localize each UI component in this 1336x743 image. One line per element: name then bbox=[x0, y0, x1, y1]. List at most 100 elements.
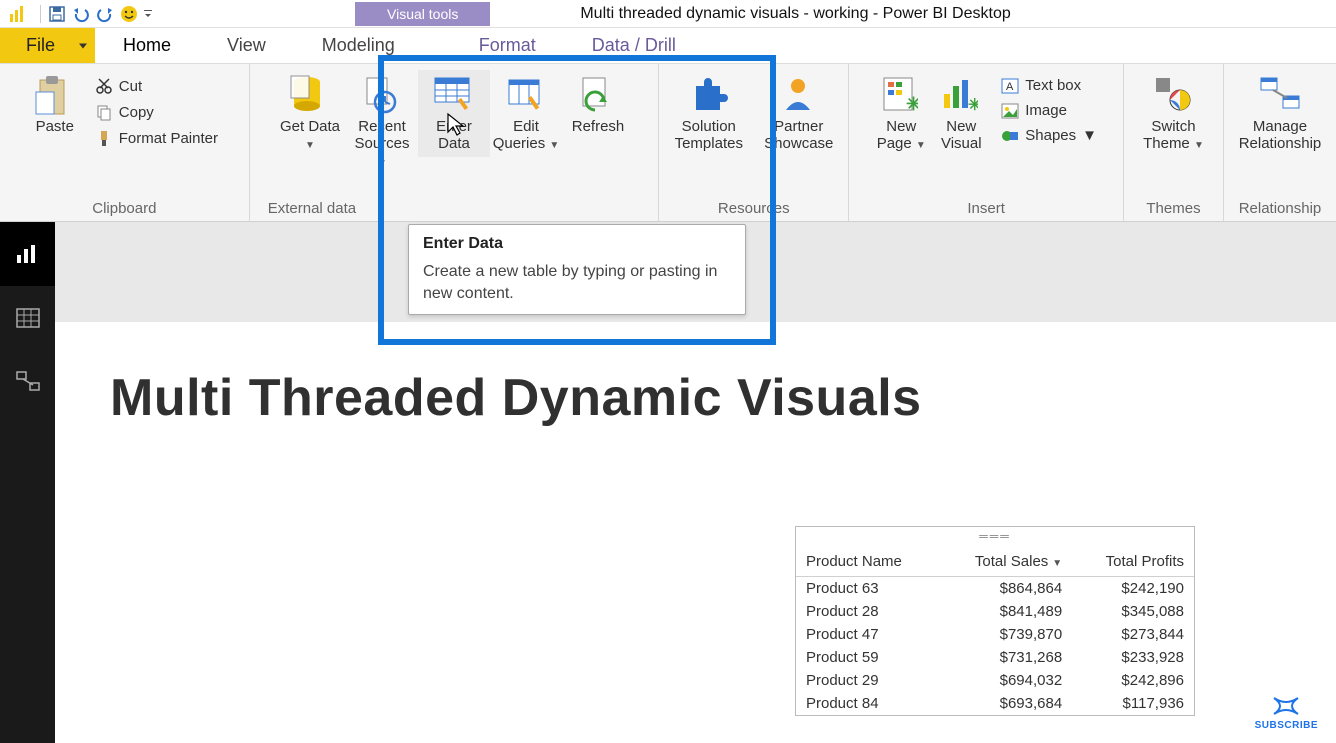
col-header-profits[interactable]: Total Profits bbox=[1072, 545, 1194, 577]
cell-profits: $242,896 bbox=[1072, 669, 1194, 692]
svg-text:✳: ✳ bbox=[906, 94, 918, 114]
qat-dropdown-icon[interactable] bbox=[141, 2, 155, 26]
contextual-tab-header: Visual tools bbox=[355, 2, 490, 26]
group-themes: Switch Theme ▼ Themes bbox=[1124, 64, 1224, 221]
scissors-icon bbox=[95, 77, 113, 95]
cell-profits: $273,844 bbox=[1072, 623, 1194, 646]
home-tab[interactable]: Home bbox=[95, 28, 199, 63]
solution-templates-label: Solution Templates bbox=[666, 118, 752, 153]
cell-profits: $345,088 bbox=[1072, 600, 1194, 623]
sort-desc-icon: ▼ bbox=[1052, 558, 1062, 569]
switch-theme-button[interactable]: Switch Theme ▼ bbox=[1133, 70, 1213, 157]
partner-showcase-label: Partner Showcase bbox=[756, 118, 842, 153]
tooltip-title: Enter Data bbox=[423, 235, 731, 253]
partner-showcase-button[interactable]: Partner Showcase bbox=[754, 70, 844, 157]
recent-sources-label: Recent Sources bbox=[354, 118, 409, 152]
cell-name: Product 28 bbox=[796, 600, 939, 623]
cell-profits: $117,936 bbox=[1072, 692, 1194, 715]
data-table: Product Name Total Sales▼ Total Profits … bbox=[796, 545, 1194, 715]
copy-label: Copy bbox=[119, 104, 154, 121]
page-heading: Multi Threaded Dynamic Visuals bbox=[110, 368, 922, 428]
undo-icon[interactable] bbox=[69, 2, 93, 26]
shapes-button[interactable]: Shapes ▼ bbox=[997, 124, 1101, 147]
table-row[interactable]: Product 47$739,870$273,844 bbox=[796, 623, 1194, 646]
new-page-button[interactable]: ✳ New Page ▼ bbox=[871, 70, 931, 157]
report-view-button[interactable] bbox=[0, 222, 55, 286]
cell-sales: $694,032 bbox=[939, 669, 1072, 692]
refresh-button[interactable]: Refresh bbox=[562, 70, 634, 139]
cell-sales: $693,684 bbox=[939, 692, 1072, 715]
cell-name: Product 63 bbox=[796, 577, 939, 601]
theme-icon bbox=[1152, 74, 1194, 116]
visual-drag-handle[interactable]: ═══ bbox=[796, 527, 1194, 545]
cell-sales: $731,268 bbox=[939, 646, 1072, 669]
cell-sales: $864,864 bbox=[939, 577, 1072, 601]
edit-queries-button[interactable]: Edit Queries ▼ bbox=[490, 70, 562, 157]
group-resources: Solution Templates Partner Showcase Reso… bbox=[659, 64, 849, 221]
table-row[interactable]: Product 28$841,489$345,088 bbox=[796, 600, 1194, 623]
group-clipboard-label: Clipboard bbox=[92, 196, 156, 219]
cut-label: Cut bbox=[119, 78, 142, 95]
group-relationships-label: Relationship bbox=[1239, 196, 1322, 219]
new-visual-button[interactable]: ✳ New Visual bbox=[931, 70, 991, 157]
paste-button[interactable]: Paste bbox=[27, 70, 83, 139]
cell-name: Product 29 bbox=[796, 669, 939, 692]
image-button[interactable]: Image bbox=[997, 99, 1101, 122]
ribbon: Paste Cut Copy Format Painter Clipboard bbox=[0, 64, 1336, 222]
dna-icon bbox=[1270, 694, 1302, 718]
person-icon bbox=[778, 74, 820, 116]
table-visual[interactable]: ═══ Product Name Total Sales ▼ Total Prof… bbox=[795, 526, 1195, 716]
redo-icon[interactable] bbox=[93, 2, 117, 26]
manage-relationships-button[interactable]: Manage Relationship bbox=[1230, 70, 1330, 157]
paste-label: Paste bbox=[36, 118, 74, 135]
chevron-down-icon: ▼ bbox=[1082, 127, 1097, 144]
enter-data-label: Enter Data bbox=[420, 118, 488, 153]
clipboard-icon bbox=[34, 74, 76, 116]
modeling-tab[interactable]: Modeling bbox=[294, 28, 423, 63]
table-row[interactable]: Product 59$731,268$233,928 bbox=[796, 646, 1194, 669]
group-external-data: Get Data ▼ Recent Sources ▼ Enter Data E… bbox=[250, 64, 660, 221]
solution-templates-button[interactable]: Solution Templates bbox=[664, 70, 754, 157]
format-painter-button[interactable]: Format Painter bbox=[91, 126, 222, 150]
recent-sources-button[interactable]: Recent Sources ▼ bbox=[346, 70, 418, 174]
save-icon[interactable] bbox=[45, 2, 69, 26]
smiley-icon[interactable] bbox=[117, 2, 141, 26]
col-header-sales-label: Total Sales bbox=[975, 553, 1048, 570]
table-row[interactable]: Product 63$864,864$242,190 bbox=[796, 577, 1194, 601]
data-view-button[interactable] bbox=[0, 286, 55, 350]
cell-profits: $242,190 bbox=[1072, 577, 1194, 601]
col-header-sales[interactable]: Total Sales ▼ bbox=[939, 545, 1072, 577]
text-box-label: Text box bbox=[1025, 77, 1081, 94]
table-row[interactable]: Product 29$694,032$242,896 bbox=[796, 669, 1194, 692]
svg-text:A: A bbox=[1006, 81, 1014, 93]
subscribe-badge[interactable]: SUBSCRIBE bbox=[1255, 694, 1318, 731]
enter-data-button[interactable]: Enter Data bbox=[418, 70, 490, 157]
relationship-icon bbox=[1259, 74, 1301, 116]
left-nav bbox=[0, 222, 55, 743]
manage-relationships-label: Manage Relationship bbox=[1232, 118, 1328, 153]
group-relationships: Manage Relationship Relationship bbox=[1224, 64, 1336, 221]
group-external-label: External data bbox=[262, 196, 647, 219]
get-data-button[interactable]: Get Data ▼ bbox=[274, 70, 346, 157]
subscribe-label: SUBSCRIBE bbox=[1255, 720, 1318, 731]
cut-button[interactable]: Cut bbox=[91, 74, 222, 98]
paintbrush-icon bbox=[95, 129, 113, 147]
table-row[interactable]: Product 84$693,684$117,936 bbox=[796, 692, 1194, 715]
format-tab[interactable]: Format bbox=[451, 28, 564, 63]
model-view-button[interactable] bbox=[0, 350, 55, 414]
group-themes-label: Themes bbox=[1146, 196, 1200, 219]
svg-text:✳: ✳ bbox=[968, 97, 978, 114]
new-visual-label: New Visual bbox=[933, 118, 989, 153]
separator bbox=[40, 5, 41, 23]
copy-button[interactable]: Copy bbox=[91, 100, 222, 124]
data-drill-tab[interactable]: Data / Drill bbox=[564, 28, 704, 63]
cell-name: Product 47 bbox=[796, 623, 939, 646]
new-page-icon: ✳ bbox=[880, 74, 922, 116]
col-header-name[interactable]: Product Name bbox=[796, 545, 939, 577]
title-bar: Visual tools Multi threaded dynamic visu… bbox=[0, 0, 1336, 28]
view-tab[interactable]: View bbox=[199, 28, 294, 63]
file-tab[interactable]: File bbox=[0, 28, 95, 63]
format-painter-label: Format Painter bbox=[119, 130, 218, 147]
group-resources-label: Resources bbox=[718, 196, 790, 219]
text-box-button[interactable]: A Text box bbox=[997, 74, 1101, 97]
